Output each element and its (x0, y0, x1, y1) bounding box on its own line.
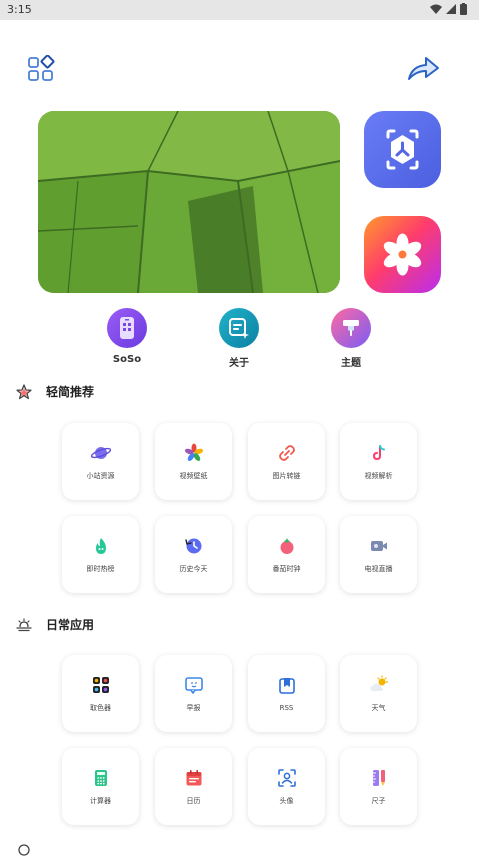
calendar-icon (186, 769, 201, 785)
ruler-icon (372, 769, 385, 786)
status-bar: 3:15 (0, 0, 479, 20)
section-icon (18, 844, 30, 856)
card-label: 视频解析 (364, 471, 393, 480)
photos-app-tile[interactable] (364, 216, 441, 293)
card-label: 日历 (186, 796, 201, 805)
link-icon (278, 444, 295, 461)
flame-icon (95, 537, 106, 554)
chat-bubble-icon (184, 676, 203, 694)
card-label: 取色器 (90, 703, 111, 712)
history-clock-icon (184, 538, 201, 553)
signal-icon (446, 4, 456, 14)
section-header-daily: 日常应用 (16, 616, 94, 633)
card-rss[interactable]: RSS (248, 655, 325, 732)
card-history-today[interactable]: 历史今天 (155, 516, 232, 593)
flower-icon (184, 443, 203, 461)
color-picker-icon (92, 676, 109, 693)
card-video-wallpaper[interactable]: 视频壁纸 (155, 423, 232, 500)
apps-grid-icon[interactable] (27, 54, 55, 87)
avatar-icon (277, 768, 296, 787)
card-avatar[interactable]: 头像 (248, 748, 325, 825)
phone-grid-icon (107, 308, 147, 348)
star-icon (16, 383, 32, 399)
status-time: 3:15 (7, 3, 32, 16)
quick-label: SoSo (112, 354, 142, 365)
sunrise-icon (16, 617, 32, 631)
paint-bucket-icon (331, 308, 371, 348)
section-title: 日常应用 (46, 618, 95, 632)
battery-icon (460, 3, 467, 15)
calculator-icon (94, 769, 107, 786)
tiktok-icon (372, 444, 385, 460)
card-tv-live[interactable]: 电视直播 (340, 516, 417, 593)
banner-image[interactable] (38, 111, 340, 293)
card-hot-list[interactable]: 即时热榜 (62, 516, 139, 593)
card-label: 尺子 (371, 796, 386, 805)
card-label: 头像 (279, 796, 294, 805)
scan-app-tile[interactable] (364, 111, 441, 188)
card-label: 电视直播 (364, 564, 393, 573)
section-title: 轻简推荐 (46, 385, 95, 399)
card-label: 小站资源 (86, 471, 115, 480)
weather-icon (370, 674, 388, 691)
section-header-recommend: 轻简推荐 (16, 383, 94, 400)
section-header-partial (16, 842, 32, 858)
card-label: 计算器 (90, 796, 111, 805)
quick-soso[interactable]: SoSo (97, 308, 157, 365)
card-label: 历史今天 (179, 564, 208, 573)
card-video-parse[interactable]: 视频解析 (340, 423, 417, 500)
planet-icon (90, 446, 111, 459)
card-label: 天气 (371, 703, 386, 712)
wifi-icon (430, 4, 442, 14)
quick-about[interactable]: 关于 (209, 308, 269, 369)
tomato-icon (280, 537, 293, 554)
quick-label: 关于 (229, 358, 249, 369)
card-label: 视频壁纸 (179, 471, 208, 480)
card-image-to-link[interactable]: 图片转链 (248, 423, 325, 500)
card-weather[interactable]: 天气 (340, 655, 417, 732)
card-calendar[interactable]: 日历 (155, 748, 232, 825)
card-morning-news[interactable]: 早报 (155, 655, 232, 732)
card-calculator[interactable]: 计算器 (62, 748, 139, 825)
card-tomato-clock[interactable]: 番茄时钟 (248, 516, 325, 593)
note-sparkle-icon (219, 308, 259, 348)
card-ruler[interactable]: 尺子 (340, 748, 417, 825)
share-icon[interactable] (406, 55, 440, 87)
card-label: 图片转链 (272, 471, 301, 480)
tv-camera-icon (370, 540, 387, 551)
card-label: RSS (279, 703, 294, 712)
quick-label: 主题 (341, 358, 361, 369)
card-label: 番茄时钟 (272, 564, 301, 573)
bookmark-icon (278, 677, 295, 694)
card-label: 早报 (186, 703, 201, 712)
scan-hex-icon (386, 129, 419, 170)
flower-icon (383, 233, 422, 276)
quick-theme[interactable]: 主题 (321, 308, 381, 369)
card-site-resources[interactable]: 小站资源 (62, 423, 139, 500)
card-color-picker[interactable]: 取色器 (62, 655, 139, 732)
card-label: 即时热榜 (86, 564, 115, 573)
